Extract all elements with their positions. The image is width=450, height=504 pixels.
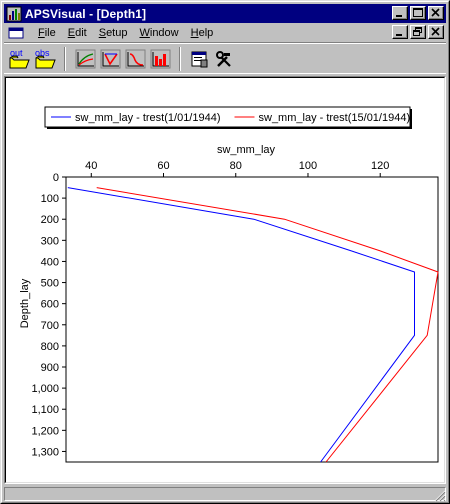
menu-help-accel: H [190, 26, 199, 39]
open-output-button[interactable]: out [8, 48, 31, 70]
x-tick-label: 40 [85, 160, 97, 172]
app-icon[interactable] [6, 6, 22, 22]
y-tick-label: 100 [41, 193, 59, 205]
menu-help[interactable]: Help [185, 27, 220, 39]
minimize-icon [396, 34, 402, 36]
open-observed-label: obs [35, 48, 50, 58]
x-tick-label: 120 [371, 160, 389, 172]
x-tick-label: 80 [230, 160, 242, 172]
properties-icon [191, 51, 208, 68]
menu-setup-accel: S [98, 26, 107, 39]
y-tick-label: 0 [53, 172, 59, 184]
x-tick-label: 60 [157, 160, 169, 172]
menu-file-rest: ile [44, 26, 56, 39]
menu-edit[interactable]: Edit [62, 27, 93, 39]
menu-window-rest: indow [149, 26, 179, 39]
bar-chart-icon [150, 49, 171, 69]
toolbar-separator [179, 47, 181, 71]
menu-setup[interactable]: Setup [93, 27, 134, 39]
x-axis-title: sw_mm_lay [217, 144, 276, 156]
chart-legend: sw_mm_lay - trest(1/01/1944) sw_mm_lay - … [44, 106, 412, 129]
minimize-icon [396, 15, 402, 17]
y-tick-label: 800 [41, 341, 59, 353]
line-chart-button[interactable] [74, 48, 97, 70]
status-bar [4, 486, 446, 502]
tools-button[interactable] [213, 48, 236, 70]
chart-series [67, 187, 439, 463]
open-output-label: out [10, 48, 23, 58]
properties-button[interactable] [188, 48, 211, 70]
menu-window-accel: W [139, 26, 150, 39]
y-tick-label: 700 [41, 320, 59, 332]
legend-label-1: sw_mm_lay - trest(1/01/1944) [75, 112, 221, 124]
window-title: APSVisual - [Depth1] [25, 6, 147, 21]
y-tick-label: 1,200 [31, 425, 59, 437]
status-panel [4, 487, 446, 501]
hammer-wrench-icon [216, 51, 231, 67]
y-tick-label: 1,000 [31, 383, 59, 395]
menu-edit-rest: dit [75, 26, 87, 39]
restore-icon [413, 27, 422, 36]
open-folder-out-icon: out [9, 48, 30, 69]
chart-document-area: sw_mm_lay - trest(1/01/1944) sw_mm_lay - … [4, 76, 446, 484]
probability-chart-button[interactable] [99, 48, 122, 70]
x-axis-ticks: 40 60 80 100 120 [85, 160, 389, 177]
series-line-1 [67, 187, 415, 463]
application-window: APSVisual - [Depth1] File Edit Setup Win… [0, 0, 450, 504]
y-axis-title: Depth_lay [19, 278, 31, 328]
y-tick-label: 900 [41, 362, 59, 374]
maximize-icon [413, 8, 423, 17]
open-observed-button[interactable]: obs [34, 48, 57, 70]
menu-file-accel: F [38, 26, 45, 39]
document-icon[interactable] [8, 26, 24, 40]
toolbar: out obs [4, 42, 446, 74]
probability-chart-icon [100, 49, 121, 69]
menu-window[interactable]: Window [133, 27, 184, 39]
mdi-close-button[interactable] [428, 25, 444, 39]
mdi-restore-button[interactable] [410, 25, 426, 39]
depth-profile-chart[interactable]: sw_mm_lay - trest(1/01/1944) sw_mm_lay - … [5, 77, 447, 485]
series-line-2 [96, 187, 439, 463]
open-folder-obs-icon: obs [35, 48, 56, 69]
mdi-buttons [392, 25, 444, 39]
y-tick-label: 600 [41, 299, 59, 311]
menu-setup-rest: etup [106, 26, 128, 39]
y-tick-label: 200 [41, 214, 59, 226]
close-icon [431, 27, 440, 36]
x-tick-label: 100 [299, 160, 317, 172]
legend-label-2: sw_mm_lay - trest(15/01/1944) [259, 112, 411, 124]
y-tick-label: 300 [41, 235, 59, 247]
menu-edit-accel: E [67, 26, 76, 39]
toolbar-separator [64, 47, 66, 71]
menu-bar: File Edit Setup Window Help [4, 23, 446, 42]
menu-help-rest: elp [198, 26, 214, 39]
minimize-button[interactable] [392, 6, 408, 20]
y-tick-label: 1,100 [31, 404, 59, 416]
distribution-chart-icon [125, 49, 146, 69]
distribution-chart-button[interactable] [124, 48, 147, 70]
plot-area-frame [65, 176, 439, 463]
menu-file[interactable]: File [32, 27, 62, 39]
close-icon [431, 8, 440, 17]
close-button[interactable] [428, 6, 444, 20]
line-chart-icon [75, 49, 96, 69]
resize-grip-icon[interactable] [434, 490, 446, 502]
mdi-minimize-button[interactable] [392, 25, 408, 39]
title-buttons [392, 6, 444, 20]
maximize-button[interactable] [410, 6, 426, 20]
y-tick-label: 500 [41, 278, 59, 290]
y-tick-label: 400 [41, 256, 59, 268]
title-bar[interactable]: APSVisual - [Depth1] [4, 4, 446, 23]
y-axis-ticks: 0 100 200 300 400 500 600 700 800 900 1,000 1,100 1,… [31, 172, 66, 458]
y-tick-label: 1,300 [31, 446, 59, 458]
bar-chart-button[interactable] [149, 48, 172, 70]
